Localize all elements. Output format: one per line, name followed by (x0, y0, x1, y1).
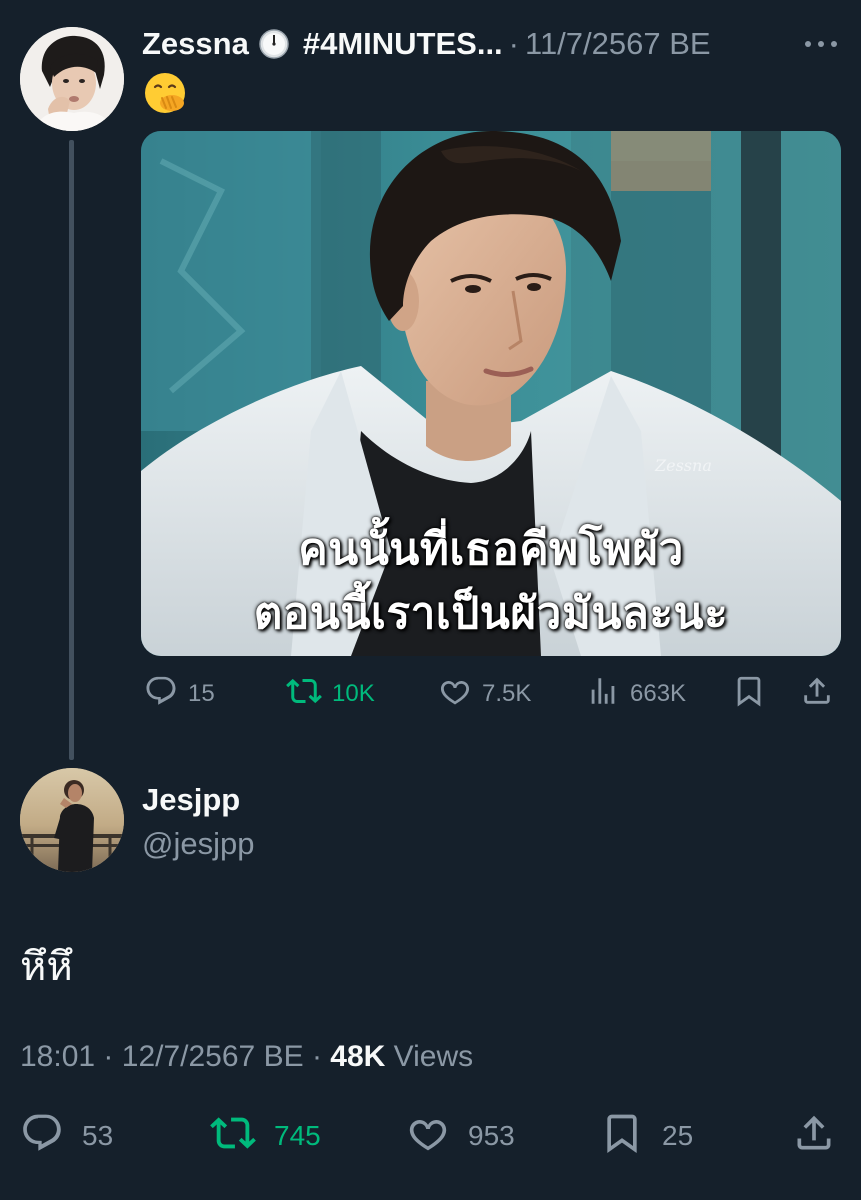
like-button[interactable]: 7.5K (438, 672, 531, 716)
display-name-suffix[interactable]: #4MINUTES... (303, 26, 503, 62)
views-button[interactable]: 663K (586, 672, 686, 716)
reply-icon (144, 674, 178, 715)
share-button[interactable] (800, 672, 834, 716)
views-total: 48K (330, 1040, 386, 1073)
reply-time[interactable]: 18:01 (20, 1040, 95, 1073)
clock-emoji-icon (259, 29, 289, 59)
reply-display-name[interactable]: Jesjpp (142, 782, 240, 818)
bookmark-button[interactable] (732, 672, 766, 716)
retweet-count: 10K (332, 680, 375, 707)
tweet-media-image[interactable]: Zessna คนนั้นที่เธอคีพโพผัว ตอนนี้เราเป็… (141, 131, 841, 656)
like-button[interactable]: 953 (406, 1110, 515, 1162)
hand-over-mouth-emoji-icon (142, 70, 188, 116)
heart-icon (438, 674, 472, 715)
views-count: 663K (630, 680, 687, 707)
reply-icon (20, 1111, 64, 1162)
meta-separator: · (311, 1040, 322, 1073)
share-icon (800, 674, 834, 715)
reply-timestamp-row: 18:01 · 12/7/2567 BE · 48K Views (20, 1040, 473, 1074)
retweet-icon (210, 1110, 256, 1163)
bookmark-count: 25 (662, 1120, 694, 1151)
heart-icon (406, 1111, 450, 1162)
reply-handle[interactable]: @jesjpp (142, 826, 254, 862)
image-watermark: Zessna (655, 456, 712, 475)
retweet-button[interactable]: 745 (210, 1110, 321, 1162)
avatar-jesjpp[interactable] (20, 768, 124, 872)
like-count: 953 (468, 1120, 515, 1151)
more-options-icon[interactable] (800, 32, 842, 56)
share-button[interactable] (792, 1110, 836, 1162)
reply-date[interactable]: 12/7/2567 BE (122, 1040, 304, 1073)
share-icon (792, 1111, 836, 1162)
image-subtitle-line-2: ตอนนี้เราเป็นผัวมันละนะ (253, 589, 729, 638)
thread-connector-line (69, 140, 74, 760)
views-label: Views (393, 1040, 474, 1073)
tweet-header: Zessna #4MINUTES... · 11/7/2567 BE (142, 22, 711, 66)
reply-action-bar: 53 745 953 25 (20, 1110, 840, 1162)
bookmark-icon (732, 674, 766, 715)
parent-action-bar: 15 10K 7.5K 663K (140, 672, 840, 716)
display-name[interactable]: Zessna (142, 26, 249, 62)
meta-separator: · (508, 26, 519, 61)
retweet-button[interactable]: 10K (286, 672, 375, 716)
retweet-icon (286, 673, 322, 716)
avatar-zessna[interactable] (20, 27, 124, 131)
bookmark-button[interactable]: 25 (600, 1110, 693, 1162)
reply-count: 53 (82, 1120, 114, 1151)
reply-button[interactable]: 53 (20, 1110, 113, 1162)
image-subtitle-line-1: คนนั้นที่เธอคีพโพผัว (298, 525, 684, 574)
reply-count: 15 (188, 680, 215, 707)
retweet-count: 745 (274, 1120, 321, 1151)
reply-button[interactable]: 15 (144, 672, 215, 716)
views-chart-icon (586, 674, 620, 715)
tweet-date[interactable]: 11/7/2567 BE (525, 26, 711, 62)
meta-separator: · (103, 1040, 114, 1073)
like-count: 7.5K (482, 680, 532, 707)
reply-tweet-text: หึหึ (20, 945, 73, 989)
bookmark-icon (600, 1111, 644, 1162)
